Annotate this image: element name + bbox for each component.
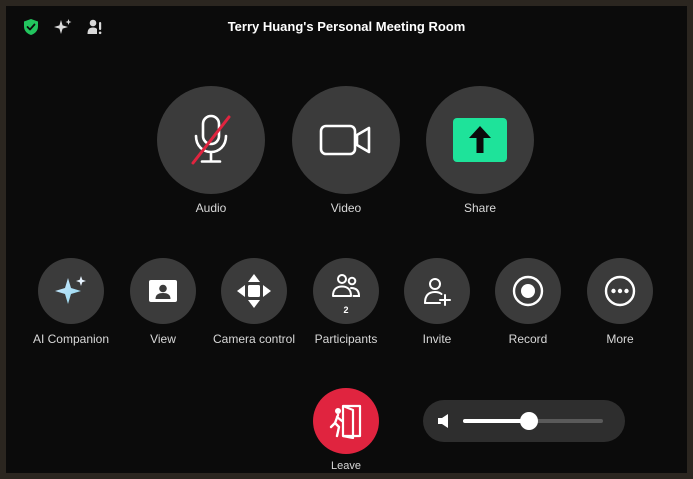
ai-sparkle-icon — [55, 276, 86, 304]
volume-control — [423, 400, 625, 442]
audio-control: Audio — [157, 86, 265, 215]
invite-button[interactable] — [404, 258, 470, 324]
exit-door-icon — [329, 404, 362, 439]
audio-label: Audio — [195, 201, 227, 215]
ai-companion-button[interactable] — [38, 258, 104, 324]
camera-control-button[interactable] — [221, 258, 287, 324]
audio-button[interactable] — [157, 86, 265, 194]
video-camera-icon — [319, 124, 371, 156]
share-label: Share — [463, 201, 497, 215]
participants-icon — [332, 274, 361, 297]
record-control: Record — [475, 258, 581, 346]
view-icon — [149, 280, 177, 302]
record-button[interactable] — [495, 258, 561, 324]
ai-companion-label: AI Companion — [32, 332, 110, 346]
volume-slider-fill — [463, 419, 529, 423]
video-button[interactable] — [292, 86, 400, 194]
participants-button[interactable]: 2 — [313, 258, 379, 324]
view-button[interactable] — [130, 258, 196, 324]
leave-button[interactable] — [313, 388, 379, 454]
ai-companion-control: AI Companion — [18, 258, 124, 346]
record-label: Record — [508, 332, 548, 346]
more-label: More — [606, 332, 634, 346]
share-button[interactable] — [426, 86, 534, 194]
video-control: Video — [292, 86, 400, 215]
camera-control-icon — [237, 274, 271, 308]
record-icon — [512, 275, 544, 307]
meeting-title: Terry Huang's Personal Meeting Room — [227, 19, 466, 34]
volume-slider-thumb[interactable] — [519, 412, 538, 430]
leave-control: Leave — [311, 388, 381, 472]
volume-slider-track[interactable] — [463, 412, 603, 430]
participant-count: 2 — [343, 305, 349, 315]
more-button[interactable] — [587, 258, 653, 324]
camera-control-control: Camera control — [201, 258, 307, 346]
invite-icon — [424, 278, 451, 306]
meeting-window: Terry Huang's Personal Meeting Room Audi… — [6, 6, 687, 473]
more-icon — [604, 275, 636, 307]
microphone-muted-icon — [191, 114, 231, 165]
camera-control-label: Camera control — [212, 332, 296, 346]
more-control: More — [567, 258, 673, 346]
video-label: Video — [330, 201, 362, 215]
share-control: Share — [426, 86, 534, 215]
speaker-icon[interactable] — [437, 413, 451, 429]
leave-label: Leave — [331, 460, 361, 472]
share-screen-icon — [453, 118, 507, 162]
